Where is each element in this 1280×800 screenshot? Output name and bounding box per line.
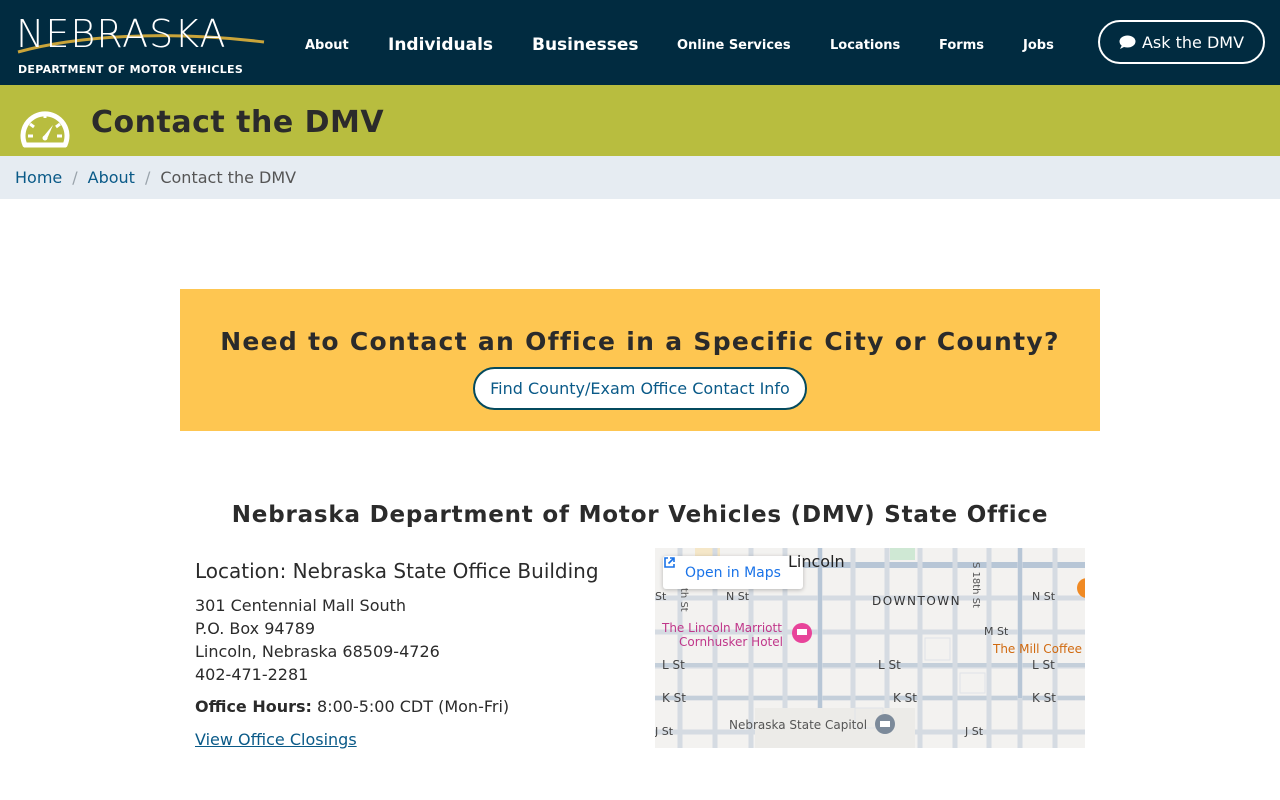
location-heading: Location: Nebraska State Office Building (195, 559, 599, 583)
map-label-downtown: DOWNTOWN (872, 594, 962, 608)
map-label-hotel-line1: The Lincoln Marriott (662, 621, 782, 635)
external-link-icon (664, 557, 675, 568)
page-title-band: Contact the DMV (0, 85, 1280, 156)
logo-subtitle: DEPARTMENT OF MOTOR VEHICLES (18, 63, 244, 76)
chat-bubble-icon (1119, 35, 1136, 49)
state-office-heading: Nebraska Department of Motor Vehicles (D… (231, 502, 1049, 528)
map-label-j-st-right: J St (965, 725, 984, 738)
map-label-l-st-right: L St (1032, 658, 1055, 672)
office-phone: 402-471-2281 (195, 665, 309, 684)
map-label-s18: S 18th St (970, 562, 981, 608)
map-label-city: Lincoln (788, 552, 845, 571)
map-label-l-st-mid: L St (878, 658, 901, 672)
breadcrumb-separator: / (72, 168, 78, 187)
office-hours: Office Hours: 8:00-5:00 CDT (Mon-Fri) (195, 697, 509, 716)
callout-title: Need to Contact an Office in a Specific … (220, 327, 1060, 356)
page-title: Contact the DMV (91, 105, 385, 140)
view-office-closings-link[interactable]: View Office Closings (195, 730, 357, 749)
find-county-office-button[interactable]: Find County/Exam Office Contact Info (473, 367, 807, 410)
address-po-box: P.O. Box 94789 (195, 619, 316, 638)
breadcrumb-about[interactable]: About (88, 168, 135, 187)
map-label-k-st-right: K St (1032, 691, 1057, 705)
nav-businesses[interactable]: Businesses (532, 35, 639, 55)
map-label-k-st-mid: K St (893, 691, 918, 705)
nav-online-services[interactable]: Online Services (677, 38, 791, 53)
breadcrumb-separator: / (144, 168, 151, 187)
logo-wordmark: NEBRASKA (16, 12, 227, 56)
open-in-maps-button[interactable]: Open in Maps (663, 556, 803, 589)
map-label-capitol: Nebraska State Capitol (729, 718, 868, 732)
nebraska-dmv-logo[interactable]: NEBRASKA DEPARTMENT OF MOTOR VEHICLES (16, 12, 266, 78)
map-label-coffee: The Mill Coffee (993, 642, 1083, 656)
map-label-k-st-left: K St (662, 691, 687, 705)
breadcrumb-home[interactable]: Home (15, 168, 62, 187)
nav-locations[interactable]: Locations (830, 38, 900, 53)
nav-individuals[interactable]: Individuals (388, 35, 493, 55)
map-label-n-st-right: N St (1032, 590, 1056, 603)
map-label-j-st-left: J St (655, 725, 674, 738)
office-map[interactable]: Open in Maps Lincoln DOWNTOWN St N St N … (655, 548, 1085, 748)
address-city: Lincoln, Nebraska 68509-4726 (195, 642, 440, 661)
speedometer-icon (20, 111, 70, 148)
office-hours-value: 8:00-5:00 CDT (Mon-Fri) (311, 697, 510, 716)
nav-forms[interactable]: Forms (939, 38, 984, 53)
map-label-st-left: St (655, 590, 667, 603)
office-hours-label: Office Hours: (195, 697, 312, 716)
map-label-n-st-left: N St (726, 590, 750, 603)
breadcrumb: Home / About / Contact the DMV (0, 156, 1280, 199)
site-header: NEBRASKA DEPARTMENT OF MOTOR VEHICLES Ab… (0, 0, 1280, 85)
map-label-m-st: M St (984, 625, 1009, 638)
map-label-l-st-left: L St (662, 658, 685, 672)
contact-office-callout: Need to Contact an Office in a Specific … (180, 289, 1100, 431)
breadcrumb-current: Contact the DMV (160, 168, 297, 187)
nav-jobs[interactable]: Jobs (1023, 38, 1054, 53)
open-in-maps-label: Open in Maps (685, 564, 781, 581)
nav-about[interactable]: About (305, 38, 349, 53)
map-label-s9: th St (678, 588, 689, 612)
address-street: 301 Centennial Mall South (195, 596, 407, 615)
ask-the-dmv-label: Ask the DMV (1141, 32, 1245, 52)
map-label-hotel-line2: Cornhusker Hotel (679, 635, 783, 649)
ask-the-dmv-button[interactable]: Ask the DMV (1098, 20, 1265, 64)
